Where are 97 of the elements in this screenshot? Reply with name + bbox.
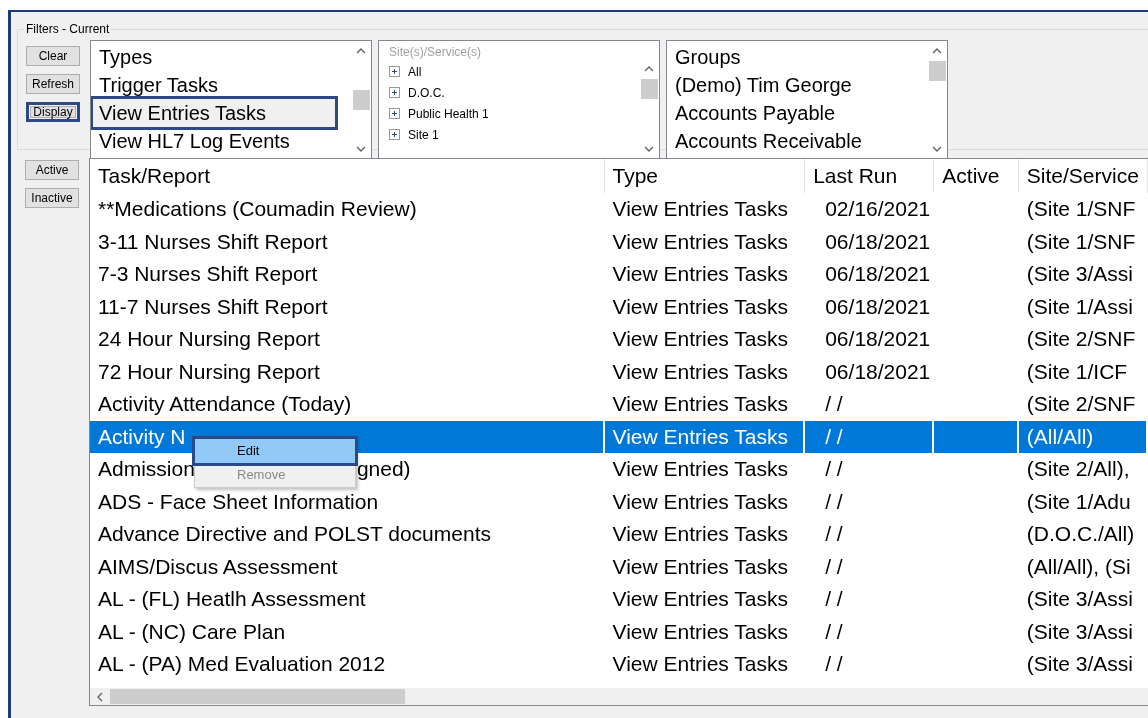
table-cell: View Entries Tasks bbox=[612, 424, 788, 448]
table-cell-text: / / bbox=[824, 587, 843, 610]
list-header: Types bbox=[99, 45, 154, 70]
tree-item[interactable]: Public Health 1 bbox=[408, 103, 489, 124]
table-cell: View Entries Tasks bbox=[612, 229, 788, 253]
table-cell: View Entries Tasks bbox=[612, 587, 788, 610]
table-cell-text: 06/18/2021 bbox=[824, 327, 931, 350]
table-cell: 24 Hour Nursing Report bbox=[98, 327, 320, 350]
table-cell-text: / / bbox=[824, 392, 843, 415]
site-tree[interactable]: Site(s)/Service(s) All D.O.C. Public Health 1 Site 1 bbox=[378, 40, 660, 160]
expand-icon[interactable] bbox=[389, 108, 400, 119]
scroll-thumb[interactable] bbox=[352, 90, 370, 110]
list-item[interactable]: Accounts Payable bbox=[675, 99, 927, 127]
table-cell-text: 06/18/2021 bbox=[824, 359, 931, 383]
table-cell: View Entries Tasks bbox=[612, 554, 788, 578]
table-cell: (Site 1/SNF bbox=[1026, 229, 1136, 253]
list-item[interactable]: (Demo) Tim George bbox=[675, 71, 927, 99]
table-cell: Activity N bbox=[98, 424, 186, 448]
table-cell: (Site 1/ICF bbox=[1026, 359, 1128, 383]
table-cell: (Site 2/SNF bbox=[1026, 327, 1136, 350]
list-item[interactable]: Trigger Tasks bbox=[99, 71, 351, 99]
types-list[interactable]: Types Trigger Tasks View Entries Tasks View HL7 Log Events bbox=[90, 40, 372, 160]
filter-button[interactable]: Active bbox=[25, 160, 79, 180]
list-item[interactable]: Accounts Receivable bbox=[675, 127, 927, 155]
expand-icon[interactable] bbox=[389, 87, 400, 98]
tree-header: Site(s)/Service(s) bbox=[389, 44, 482, 61]
table-cell: 11-7 Nurses Shift Report bbox=[98, 294, 328, 318]
table-cell-text: / / bbox=[824, 522, 843, 545]
table-cell: View Entries Tasks bbox=[612, 457, 788, 480]
table-cell: View Entries Tasks bbox=[612, 197, 788, 220]
table-cell: View Entries Tasks bbox=[612, 262, 788, 285]
table-cell: View Entries Tasks bbox=[612, 489, 788, 513]
table-cell: ADS - Face Sheet Information bbox=[98, 489, 379, 513]
column-header[interactable]: Task/Report bbox=[90, 159, 605, 193]
table-cell: AL - (PA) Med Evaluation 2012 bbox=[98, 652, 386, 675]
horizontal-scrollbar[interactable] bbox=[90, 688, 1148, 705]
table-cell-text: 02/16/2021 bbox=[824, 197, 931, 220]
table-cell: (Site 1/SNF bbox=[1026, 197, 1136, 220]
table-cell-text: 06/18/2021 bbox=[824, 294, 931, 318]
filter-button[interactable]: Clear bbox=[26, 46, 80, 66]
tree-item[interactable]: Site 1 bbox=[408, 124, 439, 145]
scroll-thumb[interactable] bbox=[928, 61, 946, 81]
filter-button[interactable]: Refresh bbox=[26, 74, 80, 94]
column-header[interactable]: Last Run bbox=[805, 159, 935, 193]
scroll-thumb[interactable] bbox=[640, 79, 658, 99]
table-cell: (Site 3/Assi bbox=[1026, 262, 1134, 285]
group-title: Filters - Current bbox=[25, 22, 111, 36]
list-header: Groups bbox=[675, 45, 742, 70]
filter-button[interactable]: Inactive bbox=[25, 188, 79, 208]
groups-list[interactable]: Groups (Demo) Tim George Accounts Payable Accounts Receivable bbox=[666, 40, 948, 160]
table-cell: **Medications (Coumadin Review) bbox=[98, 197, 417, 220]
table-cell-text: / / bbox=[824, 457, 843, 480]
table-cell: View Entries Tasks bbox=[612, 619, 788, 643]
table-cell: View Entries Tasks bbox=[612, 294, 788, 318]
table-cell-text: 06/18/2021 bbox=[824, 229, 931, 253]
table-cell-text: 06/18/2021 bbox=[824, 262, 931, 285]
table-cell: 7-3 Nurses Shift Report bbox=[98, 262, 318, 285]
list-item[interactable]: View HL7 Log Events bbox=[99, 127, 351, 155]
column-header[interactable]: Site/Service bbox=[1018, 159, 1148, 193]
table-cell-text: / / bbox=[824, 554, 843, 578]
table-cell-text: / / bbox=[824, 652, 843, 675]
table-cell: (D.O.C./All) bbox=[1026, 522, 1135, 545]
table-cell: AIMS/Discus Assessment bbox=[98, 554, 338, 578]
table-cell: (Site 1/Adu bbox=[1026, 489, 1131, 513]
table-cell: Advance Directive and POLST documents bbox=[98, 522, 491, 545]
expand-icon[interactable] bbox=[389, 66, 400, 77]
table-cell: 72 Hour Nursing Report bbox=[98, 359, 320, 383]
table-cell: View Entries Tasks bbox=[612, 652, 788, 675]
table-cell: Admission bbox=[98, 457, 195, 480]
table-cell: View Entries Tasks bbox=[612, 327, 788, 350]
menu-item[interactable]: Edit bbox=[195, 439, 355, 463]
table-cell: AL - (NC) Care Plan bbox=[98, 619, 286, 643]
table-cell: View Entries Tasks bbox=[612, 522, 788, 545]
list-item[interactable]: View Entries Tasks bbox=[93, 99, 335, 127]
expand-icon[interactable] bbox=[389, 129, 400, 140]
tree-item[interactable]: All bbox=[408, 61, 422, 82]
table-cell: (Site 3/Assi bbox=[1026, 587, 1134, 610]
table-cell: (Site 2/SNF bbox=[1026, 392, 1136, 415]
table-cell: (All/All), (Si bbox=[1026, 554, 1131, 578]
table-cell: View Entries Tasks bbox=[612, 392, 788, 415]
tree-item[interactable]: D.O.C. bbox=[408, 82, 445, 103]
table-cell: View Entries Tasks bbox=[612, 359, 788, 383]
table-cell-text: / / bbox=[824, 424, 843, 448]
table-cell: (Site 1/Assi bbox=[1026, 294, 1134, 318]
table-cell: Activity Attendance (Today) bbox=[98, 392, 352, 415]
column-header[interactable]: Type bbox=[604, 159, 806, 193]
table-cell: (Site 2/All), bbox=[1026, 457, 1130, 480]
table-cell: 3-11 Nurses Shift Report bbox=[98, 229, 328, 253]
table-cell-text: / / bbox=[824, 489, 843, 513]
column-header[interactable]: Active bbox=[934, 159, 1019, 193]
table-cell-text: / / bbox=[824, 619, 843, 643]
table-cell: (All/All) bbox=[1026, 424, 1094, 448]
table-cell: (Site 3/Assi bbox=[1026, 652, 1134, 675]
filter-button[interactable]: Display bbox=[26, 102, 80, 122]
table-cell: AL - (FL) Heatlh Assessment bbox=[98, 587, 366, 610]
table-cell: (Site 3/Assi bbox=[1026, 619, 1134, 643]
table-cell: gned) bbox=[356, 457, 411, 480]
